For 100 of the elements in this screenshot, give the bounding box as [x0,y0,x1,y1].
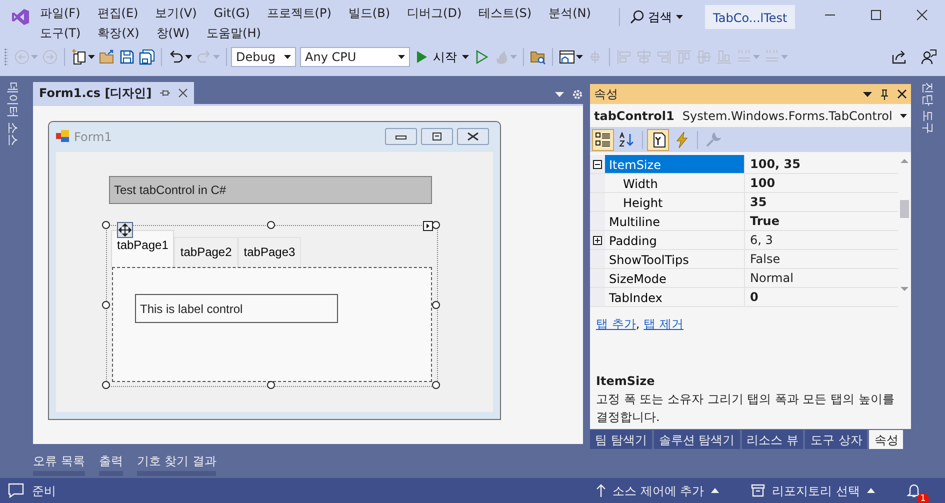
menu-item[interactable]: 보기(V) [155,3,197,24]
property-value[interactable]: False [745,250,897,268]
caret-icon [398,55,405,59]
caret-icon [284,55,291,59]
resize-handle[interactable] [432,380,440,389]
label: Test tabControl in C# [109,176,432,204]
property-value[interactable]: 6, 3 [745,231,897,249]
description-title: ItemSize [596,373,656,390]
search-button[interactable]: 검색 [624,6,689,28]
logo-icon [11,8,29,26]
property-value[interactable]: 0 [745,288,897,306]
object-selector[interactable]: tabControl1 System.Windows.Forms.TabControl [590,104,911,127]
pin-icon[interactable] [160,88,170,98]
caret-icon [676,15,683,19]
panel-tab[interactable]: 팀 탐색기 [590,430,652,449]
menu-item[interactable]: 빌드(B) [348,3,390,24]
save-all-icon[interactable] [139,49,155,65]
caret-icon [711,488,720,493]
property-value[interactable]: Normal [745,269,897,287]
resize-handle[interactable] [267,220,275,229]
menu-item[interactable]: 디버그(D) [407,3,462,24]
maximize-icon[interactable] [870,9,882,21]
close-icon[interactable] [916,9,928,21]
caret-icon [900,114,908,118]
menu-item[interactable]: 분석(N) [548,3,591,24]
menu-item[interactable]: 확장(X) [98,24,140,44]
object-type: System.Windows.Forms.TabControl [682,108,892,124]
menu-item[interactable]: 도움말(H) [206,24,261,44]
new-project-icon[interactable] [71,49,87,65]
close-icon [467,132,479,142]
dropdown[interactable]: Any CPU [300,47,410,67]
property-value[interactable]: 100 [745,174,897,192]
menu-item[interactable]: 편집(E) [97,3,138,24]
panel-tab[interactable]: 속성 [869,430,904,449]
share-icon[interactable] [891,49,907,65]
row-header [590,269,605,287]
menu-item[interactable]: 창(W) [156,24,190,44]
caret-icon [867,488,875,493]
document-tab[interactable]: Form1.cs [디자인] [33,82,194,104]
panel-tab[interactable]: 솔루션 탐색기 [654,430,740,449]
dropdown[interactable]: Debug [231,47,296,67]
move-icon[interactable] [117,222,133,238]
property-name[interactable]: ItemSize [605,155,745,173]
row-header [590,193,605,211]
pin-icon[interactable] [880,88,889,100]
smart-tag-icon[interactable] [423,220,433,231]
categorized-icon[interactable] [592,128,614,150]
tab[interactable]: tabPage3 [238,236,302,267]
resize-handle[interactable] [102,220,110,229]
settings-icon[interactable] [572,89,583,100]
form-title: Form1 [74,128,112,146]
menu-item[interactable]: Git(G) [214,3,250,24]
source-control-button[interactable]: 소스 제어에 추가 [596,482,720,500]
repository-button[interactable]: 리포지토리 선택 [751,482,875,500]
resize-handle[interactable] [102,300,110,309]
caret-icon [462,55,469,59]
arrow-up-icon [596,484,606,497]
notification-badge: 1 [917,493,929,503]
folder-search-icon[interactable] [530,49,546,65]
separator: , [636,316,640,333]
window-layout-icon[interactable] [559,49,575,65]
panel-tab[interactable]: 도구 상자 [805,430,868,449]
form-icon [56,130,70,144]
save-icon[interactable] [119,49,135,65]
panel-title: 속성 [594,86,618,103]
resize-handle[interactable] [432,300,440,309]
close-icon[interactable] [897,89,907,99]
property-value[interactable]: True [745,212,897,230]
label: This is label control [135,294,338,323]
menu-item[interactable]: 도구(T) [40,24,81,44]
search-icon [630,10,644,24]
notifications-button[interactable] [907,483,921,498]
menu-item[interactable]: 프로젝트(P) [266,3,332,24]
feedback-icon[interactable] [921,49,937,65]
tab[interactable]: tabPage2 [174,236,238,267]
side-tab[interactable]: 데이터 소스 [4,80,22,148]
dropdown-icon[interactable] [863,92,872,96]
properties-icon[interactable] [647,128,669,150]
menu-item[interactable]: 파일(F) [40,3,80,24]
close-icon[interactable] [178,88,188,98]
property-value[interactable]: 35 [745,193,897,211]
collapse-icon[interactable] [593,160,602,168]
menu-item[interactable]: 테스트(S) [478,3,532,24]
undo-icon[interactable] [168,49,184,65]
command-link[interactable]: 탭 추가 [596,315,636,333]
folder-icon[interactable] [99,49,115,65]
comment-icon [8,483,24,498]
property-value[interactable]: 100, 35 [745,155,897,173]
play-icon [416,50,428,64]
expand-icon[interactable] [593,236,602,244]
side-tab[interactable]: 진단 도구 [919,80,937,136]
description-text: 고정 폭 또는 소유자 그리기 탭의 폭과 모든 탭의 높이를 결정합니다. [596,391,896,426]
status-text: 준비 [32,482,56,500]
object-name: tabControl1 [594,108,674,124]
start-button[interactable]: 시작 [414,46,471,68]
tab[interactable]: tabPage1 [111,230,174,267]
window-title: TabCo...lTest [705,5,796,29]
resize-handle[interactable] [102,380,110,389]
command-link[interactable]: 탭 제거 [644,315,684,333]
panel-tab[interactable]: 리소스 뷰 [742,430,804,449]
